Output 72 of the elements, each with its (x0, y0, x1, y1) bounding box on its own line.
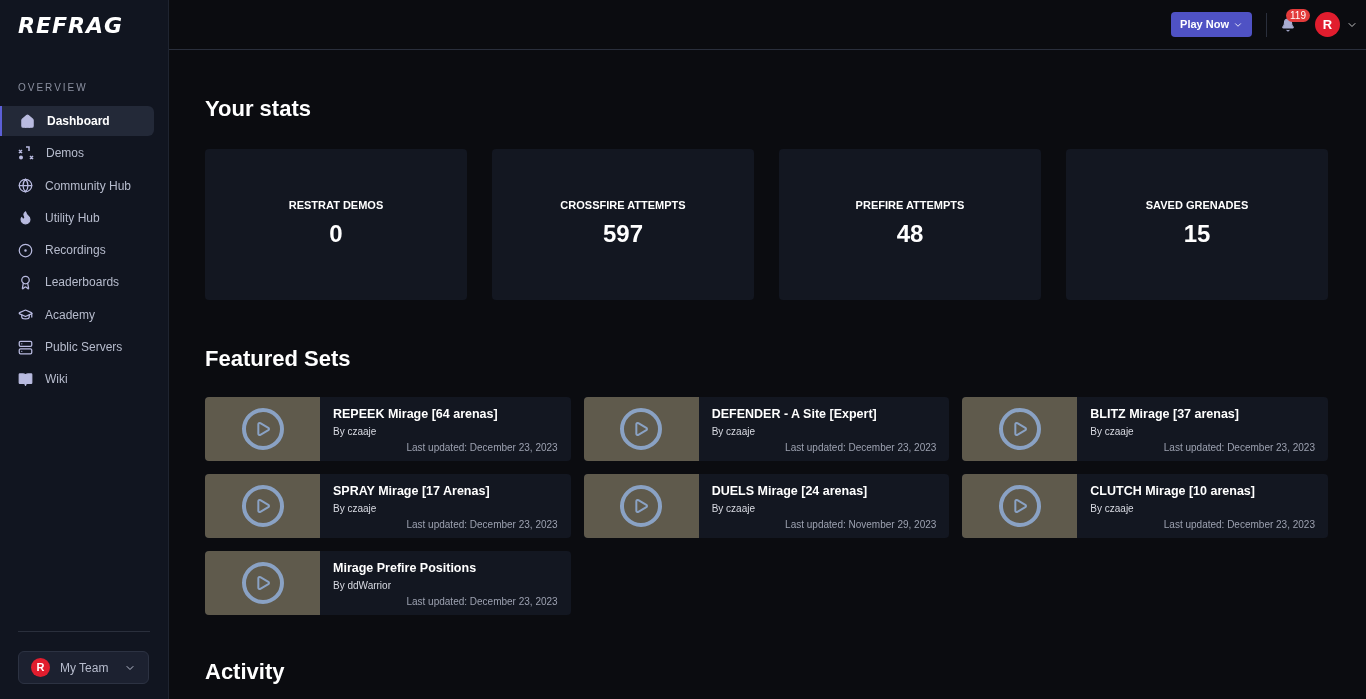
bell-icon[interactable] (1281, 17, 1295, 32)
set-card[interactable]: DUELS Mirage [24 arenas] By czaaje Last updated: November 29, 2023 (583, 474, 950, 538)
set-card[interactable]: BLITZ Mirage [37 arenas] By czaaje Last updated: December 23, 2023 (962, 397, 1328, 461)
nav-item[interactable]: Public Servers (0, 332, 154, 363)
set-author: By czaaje (1090, 424, 1135, 439)
set-card[interactable]: REPEEK Mirage [64 arenas] By czaaje Last updated: December 23, 2023 (205, 397, 571, 461)
user-avatar[interactable]: R (1315, 12, 1340, 37)
nav-item[interactable]: Wiki (0, 364, 154, 395)
set-title: DEFENDER - A Site [Expert] (711, 406, 878, 423)
play-icon (241, 485, 284, 527)
set-updated: Last updated: December 23, 2023 (406, 595, 558, 609)
set-title: BLITZ Mirage [37 arenas] (1090, 406, 1240, 423)
section-title: Activity (205, 658, 286, 686)
play-icon (241, 562, 284, 604)
flame-icon (18, 210, 33, 226)
nav-item[interactable]: Leaderboards (0, 267, 154, 298)
stat-value: 15 (1183, 219, 1211, 250)
play-icon (241, 408, 284, 450)
set-title: REPEEK Mirage [64 arenas] (333, 406, 499, 423)
set-updated: Last updated: December 23, 2023 (1163, 441, 1315, 455)
set-card[interactable]: CLUTCH Mirage [10 arenas] By czaaje Last updated: December 23, 2023 (962, 474, 1328, 538)
set-author: By czaaje (711, 501, 756, 516)
stat-label: RESTRAT DEMOS (288, 197, 384, 213)
globe-icon (18, 178, 33, 194)
team-avatar: R (31, 658, 50, 677)
nav-item[interactable]: Utility Hub (0, 202, 154, 233)
set-author: By ddWarrior (333, 578, 392, 593)
section-title: Featured Sets (205, 345, 352, 373)
set-updated: Last updated: December 23, 2023 (785, 441, 937, 455)
set-author: By czaaje (1090, 501, 1135, 516)
nav-item[interactable]: Community Hub (0, 170, 154, 201)
stat-value: 48 (896, 219, 924, 250)
set-updated: Last updated: December 23, 2023 (406, 441, 558, 455)
stat-label: SAVED GRENADES (1145, 197, 1249, 213)
nav-item[interactable]: Recordings (0, 235, 154, 266)
graduation-cap-icon (18, 307, 33, 323)
set-author: By czaaje (333, 424, 378, 439)
nav-item[interactable]: Dashboard (0, 106, 154, 136)
tactics-icon (18, 145, 34, 162)
section-label: OVERVIEW (18, 82, 88, 93)
stat-label: PREFIRE ATTEMPTS (855, 197, 965, 213)
notification-badge: 119 (1286, 8, 1310, 22)
team-dropdown[interactable]: R My Team (18, 651, 149, 684)
set-updated: Last updated: November 29, 2023 (785, 518, 937, 532)
set-card[interactable]: Mirage Prefire Positions By ddWarrior Last updated: December 23, 2023 (205, 551, 571, 615)
play-icon (620, 408, 663, 450)
play-icon (620, 485, 663, 527)
set-title: SPRAY Mirage [17 Arenas] (333, 483, 491, 500)
set-updated: Last updated: December 23, 2023 (1163, 518, 1315, 532)
set-author: By czaaje (333, 501, 378, 516)
set-card[interactable]: SPRAY Mirage [17 Arenas] By czaaje Last updated: December 23, 2023 (205, 474, 571, 538)
medal-icon (18, 275, 33, 290)
set-title: Mirage Prefire Positions (333, 560, 478, 577)
play-now-button[interactable]: Play Now (1171, 12, 1252, 37)
nav-item[interactable]: Demos (0, 138, 154, 169)
stat-value: 597 (602, 219, 643, 250)
section-title: Your stats (205, 95, 312, 123)
home-icon (20, 113, 35, 129)
stat-label: CROSSFIRE ATTEMPTS (560, 197, 686, 213)
set-card[interactable]: DEFENDER - A Site [Expert] By czaaje Last updated: December 23, 2023 (583, 397, 950, 461)
play-icon (998, 408, 1041, 450)
nav-item[interactable]: Academy (0, 299, 154, 330)
book-icon (18, 371, 33, 387)
set-title: CLUTCH Mirage [10 arenas] (1090, 483, 1256, 500)
record-icon (18, 242, 33, 258)
set-updated: Last updated: December 23, 2023 (406, 518, 558, 532)
set-title: DUELS Mirage [24 arenas] (711, 483, 869, 500)
server-icon (18, 339, 33, 355)
play-icon (998, 485, 1041, 527)
logo[interactable]: REFRAG (18, 8, 124, 42)
set-author: By czaaje (711, 424, 756, 439)
stat-value: 0 (329, 219, 343, 250)
